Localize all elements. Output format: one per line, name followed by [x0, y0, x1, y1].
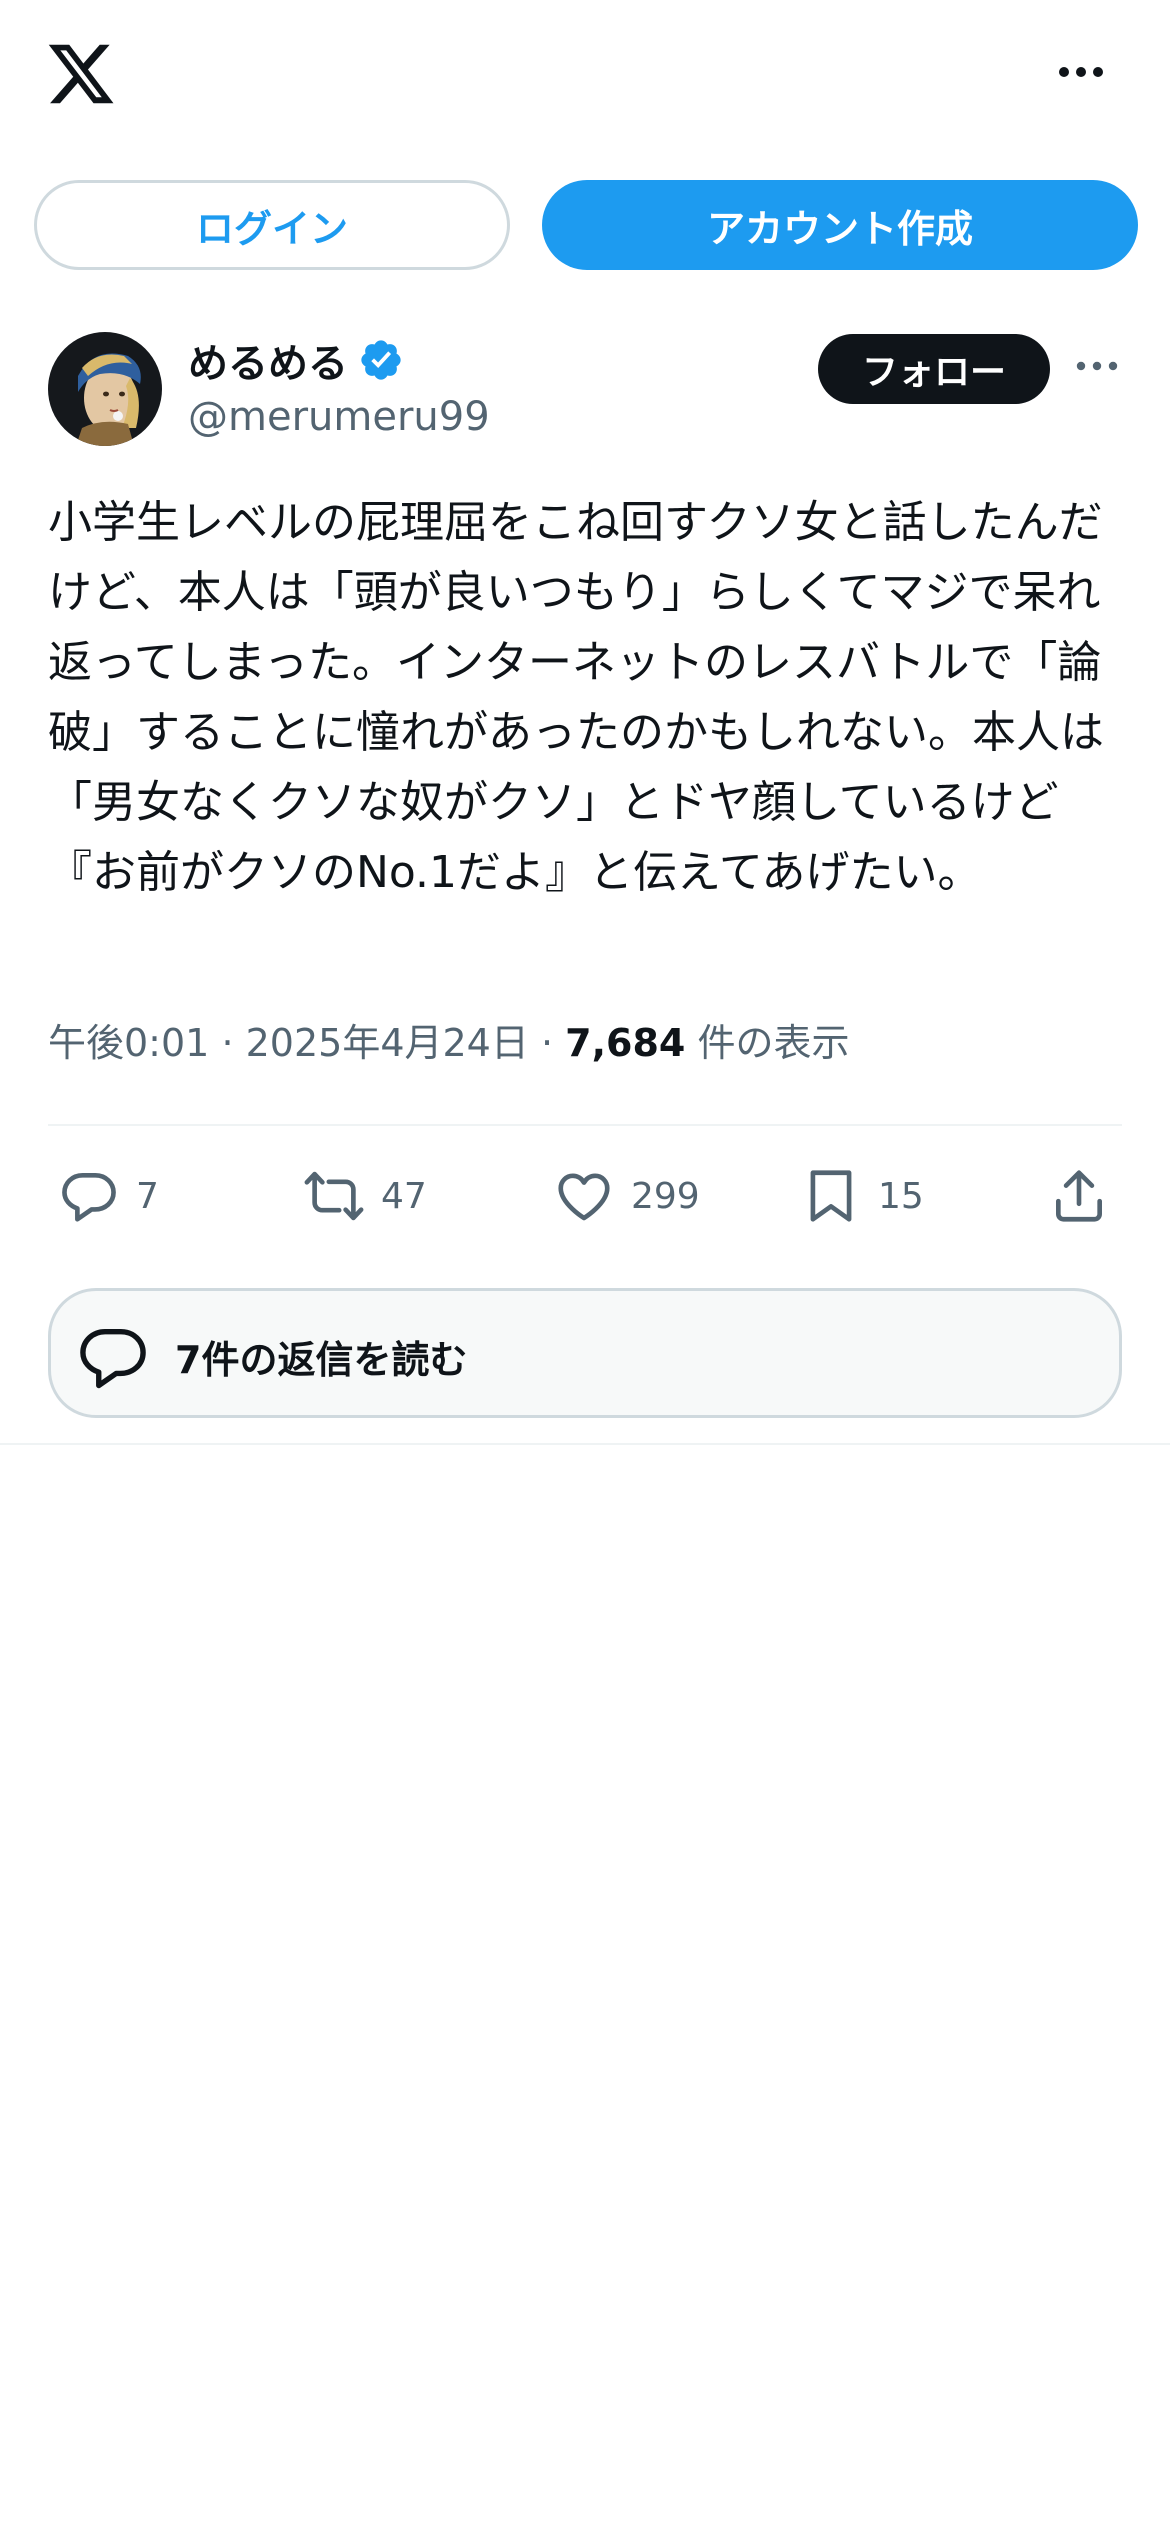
- share-button[interactable]: [1048, 1158, 1110, 1234]
- reply-icon: [62, 1173, 116, 1222]
- follow-button[interactable]: フォロー: [818, 334, 1050, 404]
- author-name-line: めるめる: [188, 332, 490, 388]
- share-icon: [1056, 1170, 1102, 1222]
- heart-icon: [558, 1173, 610, 1221]
- author-handle[interactable]: @merumeru99: [188, 394, 490, 440]
- meta-separator: ·: [221, 1021, 234, 1065]
- read-replies-label: 7件の返信を読む: [175, 1338, 468, 1382]
- tweet-author: めるめる @merumeru99 フォロー: [48, 332, 1122, 448]
- repost-count: 47: [381, 1175, 427, 1217]
- author-display-name[interactable]: めるめる: [188, 331, 348, 389]
- like-count: 299: [631, 1175, 700, 1217]
- top-bar: [0, 0, 1170, 150]
- read-replies-button[interactable]: 7件の返信を読む: [48, 1288, 1122, 1418]
- meta-separator: ·: [540, 1021, 554, 1065]
- divider: [0, 1443, 1170, 1445]
- tweet-meta: 午後0:01 · 2025年4月24日 · 7,684 件の表示: [48, 1012, 849, 1067]
- auth-buttons: ログイン アカウント作成: [34, 180, 1138, 270]
- bookmark-icon: [810, 1170, 852, 1222]
- avatar-image: [48, 332, 162, 446]
- more-horizontal-icon: [1076, 361, 1118, 371]
- avatar[interactable]: [48, 332, 162, 446]
- login-button[interactable]: ログイン: [34, 180, 510, 270]
- reply-button[interactable]: 7: [58, 1158, 159, 1234]
- tweet-actions: 7 47 299 15: [48, 1158, 1122, 1234]
- views-count: 7,684: [565, 1021, 686, 1065]
- tweet-page: ログイン アカウント作成 めるめる @merumeru99 フォロー 小学生レベ…: [0, 0, 1170, 2532]
- tweet-time[interactable]: 午後0:01: [48, 1021, 209, 1065]
- tweet-date[interactable]: 2025年4月24日: [246, 1021, 529, 1065]
- views-label: 件の表示: [697, 1021, 850, 1065]
- reply-count: 7: [136, 1175, 159, 1217]
- x-logo-icon[interactable]: [45, 38, 117, 110]
- author-info: めるめる @merumeru99: [188, 332, 490, 440]
- like-button[interactable]: 299: [553, 1158, 700, 1234]
- repost-button[interactable]: 47: [303, 1158, 427, 1234]
- more-options-button[interactable]: [1052, 50, 1110, 94]
- tweet-more-button[interactable]: [1072, 344, 1122, 388]
- divider: [48, 1124, 1122, 1126]
- tweet-text: 小学生レベルの屁理屈をこね回すクソ女と話したんだけど、本人は「頭が良いつもり」ら…: [48, 497, 1104, 898]
- repost-icon: [304, 1171, 364, 1221]
- verified-badge-icon: [361, 340, 401, 380]
- reply-bubble-icon: [80, 1328, 146, 1389]
- bookmark-button[interactable]: 15: [800, 1158, 924, 1234]
- more-horizontal-icon: [1059, 67, 1103, 77]
- bookmark-count: 15: [878, 1175, 924, 1217]
- create-account-button[interactable]: アカウント作成: [542, 180, 1138, 270]
